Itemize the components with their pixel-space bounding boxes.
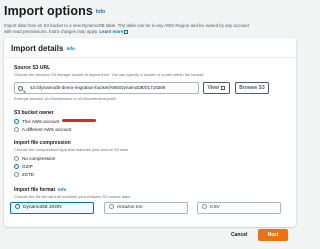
view-button[interactable]: View bbox=[203, 82, 230, 94]
radio-button-checked[interactable] bbox=[14, 164, 19, 169]
page-header: Import options Info Import data from an S… bbox=[4, 2, 296, 35]
radio-button[interactable] bbox=[14, 156, 19, 161]
import-details-card: Import details Info Source S3 URL Choose … bbox=[4, 38, 296, 227]
bucket-owner-label: S3 bucket owner bbox=[14, 110, 54, 116]
format-tile-dynamodb-json[interactable]: DynamoDB JSON bbox=[10, 202, 94, 214]
card-divider bbox=[4, 57, 296, 58]
format-tile-csv[interactable]: CSV bbox=[197, 202, 281, 214]
radio-button[interactable] bbox=[109, 204, 114, 209]
page-title: Import options Info bbox=[4, 4, 106, 18]
learn-more-link[interactable]: Learn more bbox=[99, 29, 129, 34]
source-url-description: Choose the Amazon S3 storage bucket to i… bbox=[14, 72, 205, 77]
browse-s3-button[interactable]: Browse S3 bbox=[235, 82, 269, 94]
search-icon bbox=[18, 85, 23, 91]
radio-button-checked[interactable] bbox=[15, 204, 20, 209]
card-title: Import details Info bbox=[11, 44, 75, 53]
radio-gzip[interactable]: GZIP bbox=[14, 163, 33, 170]
page-description: Import data from an S3 bucket to a new D… bbox=[4, 23, 249, 34]
external-link-icon bbox=[124, 29, 129, 34]
source-url-value: s3://dynamodb-demo-migration-bucket/AWSD… bbox=[30, 85, 166, 90]
radio-button[interactable] bbox=[14, 127, 19, 132]
page-info-link[interactable]: Info bbox=[96, 9, 105, 15]
source-url-label: Source S3 URL bbox=[14, 65, 51, 71]
radio-different-account[interactable]: A different AWS account bbox=[14, 126, 71, 133]
format-tile-amazon-ion[interactable]: Amazon Ion bbox=[104, 202, 188, 214]
radio-button[interactable] bbox=[202, 204, 207, 209]
source-url-hint: Example formats: s3://bucketname or s3:/… bbox=[14, 97, 117, 101]
radio-zstd[interactable]: ZSTD bbox=[14, 171, 34, 178]
radio-no-compression[interactable]: No compression bbox=[14, 155, 55, 162]
card-info-link[interactable]: Info bbox=[66, 46, 74, 51]
source-url-input[interactable]: s3://dynamodb-demo-migration-bucket/AWSD… bbox=[14, 82, 199, 94]
compression-label: Import file compression bbox=[14, 140, 71, 146]
redaction-mark bbox=[62, 119, 97, 122]
next-button[interactable]: Next bbox=[258, 229, 288, 241]
radio-this-account[interactable]: This AWS account bbox=[14, 118, 97, 125]
compression-description: Choose the compression type that matches… bbox=[14, 147, 129, 152]
external-link-icon bbox=[221, 85, 226, 90]
file-format-description: Choose the file format that matches your… bbox=[14, 194, 131, 199]
file-format-label: Import file format Info bbox=[14, 187, 67, 193]
file-format-info-link[interactable]: Info bbox=[58, 187, 66, 192]
radio-button[interactable] bbox=[14, 172, 19, 177]
radio-button-checked[interactable] bbox=[14, 119, 19, 124]
cancel-button[interactable]: Cancel bbox=[231, 232, 247, 238]
